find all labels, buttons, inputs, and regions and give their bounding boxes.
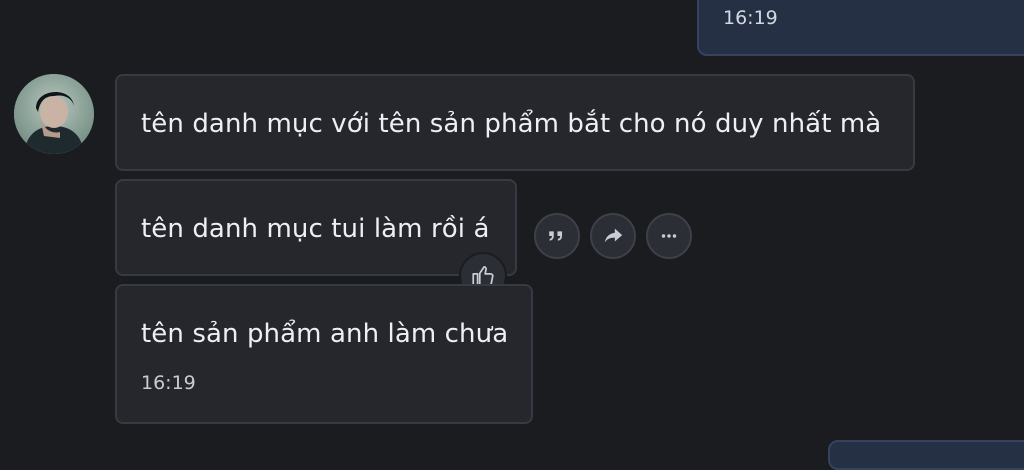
message-text: tên danh mục tui làm rồi á [141, 214, 490, 244]
avatar[interactable] [14, 74, 94, 154]
forward-icon [604, 228, 623, 243]
more-icon [661, 234, 677, 238]
quote-icon [549, 231, 563, 241]
sent-message-bubble[interactable]: 16:19 [697, 0, 1024, 56]
message-bubble[interactable]: tên sản phẩm anh làm chưa 16:19 [115, 284, 533, 424]
message-text: tên sản phẩm anh làm chưa [141, 319, 509, 349]
message-time: 16:19 [141, 372, 196, 394]
quote-button[interactable] [534, 213, 580, 259]
message-bubble[interactable]: tên danh mục tui làm rồi á [115, 179, 517, 276]
more-options-button[interactable] [646, 213, 692, 259]
message-bubble[interactable]: tên danh mục với tên sản phẩm bắt cho nó… [115, 74, 915, 171]
forward-button[interactable] [590, 213, 636, 259]
avatar-image [14, 74, 94, 154]
sent-message-time: 16:19 [723, 7, 778, 29]
message-text: tên danh mục với tên sản phẩm bắt cho nó… [141, 109, 882, 139]
sent-message-bubble[interactable] [828, 440, 1024, 470]
